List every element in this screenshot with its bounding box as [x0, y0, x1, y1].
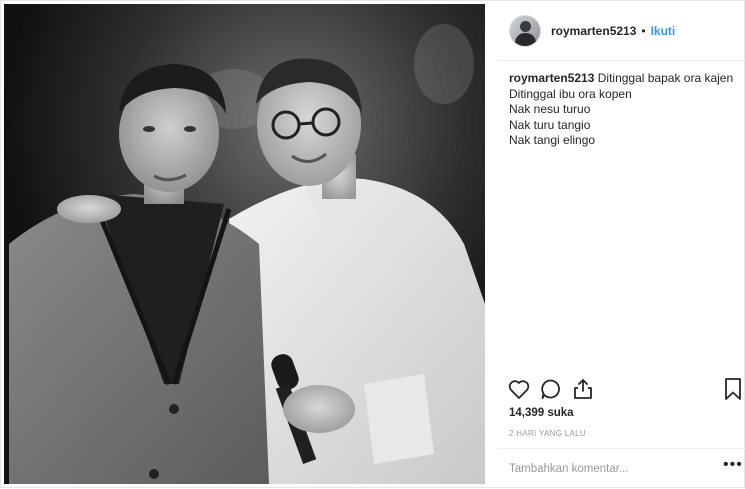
post-side-panel: roymarten5213 • Ikuti roymarten5213 Diti… — [497, 1, 745, 489]
caption: roymarten5213 Ditinggal bapak ora kajen … — [509, 71, 739, 149]
comment-bar: ••• — [497, 448, 745, 489]
post-photo[interactable] — [4, 4, 485, 484]
comment-input[interactable] — [509, 459, 709, 479]
instagram-post: roymarten5213 • Ikuti roymarten5213 Diti… — [0, 0, 745, 488]
comment-icon[interactable] — [539, 377, 563, 406]
bookmark-icon[interactable] — [723, 377, 743, 406]
likes-count[interactable]: 14,399 suka — [509, 407, 574, 419]
share-icon[interactable] — [571, 377, 595, 406]
caption-line-3: Nak nesu turuo — [509, 102, 591, 116]
caption-line-5: Nak tangi elingo — [509, 133, 596, 147]
caption-username[interactable]: roymarten5213 — [509, 71, 594, 85]
caption-line-2: Ditinggal ibu ora kopen — [509, 86, 632, 101]
caption-line-1: Ditinggal bapak ora kajen — [597, 71, 734, 85]
post-timestamp[interactable]: 2 HARI YANG LALU — [509, 429, 586, 438]
separator-dot: • — [641, 23, 646, 38]
follow-button[interactable]: Ikuti — [651, 24, 676, 38]
more-options-icon[interactable]: ••• — [723, 457, 743, 477]
username-link[interactable]: roymarten5213 — [551, 24, 636, 38]
post-header: roymarten5213 • Ikuti — [497, 1, 745, 61]
caption-line-4: Nak turu tangio — [509, 117, 591, 132]
heart-icon[interactable] — [507, 377, 531, 406]
avatar[interactable] — [509, 14, 541, 47]
photo-illustration — [4, 4, 485, 484]
action-bar — [497, 377, 745, 403]
